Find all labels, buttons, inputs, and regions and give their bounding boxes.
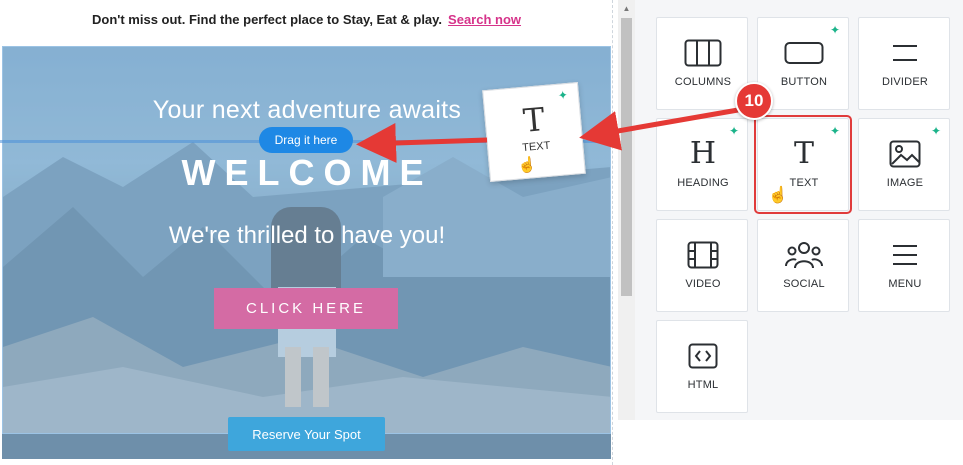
block-image[interactable]: ✦ IMAGE <box>858 118 950 211</box>
reserve-your-spot-button[interactable]: Reserve Your Spot <box>228 417 385 451</box>
new-sparkle-icon: ✦ <box>930 124 941 138</box>
block-text[interactable]: ✦ T TEXT ☝ <box>754 115 852 214</box>
block-social[interactable]: SOCIAL <box>757 219 849 312</box>
text-icon: T <box>521 100 547 140</box>
block-label: SOCIAL <box>783 278 825 290</box>
email-canvas[interactable]: Don't miss out. Find the perfect place t… <box>0 0 613 465</box>
new-sparkle-icon: ✦ <box>829 23 840 37</box>
block-heading[interactable]: ✦ H HEADING <box>656 118 748 211</box>
html-icon <box>657 339 749 373</box>
block-menu[interactable]: MENU <box>858 219 950 312</box>
block-video[interactable]: VIDEO <box>656 219 748 312</box>
email-builder: Don't miss out. Find the perfect place t… <box>0 0 963 465</box>
columns-icon <box>657 36 749 70</box>
step-badge: 10 <box>735 82 773 120</box>
block-html[interactable]: HTML <box>656 320 748 413</box>
drag-it-here-badge: Drag it here <box>259 127 353 153</box>
block-label: COLUMNS <box>674 76 732 88</box>
grab-cursor-icon: ☝ <box>517 155 538 175</box>
button-icon <box>758 36 850 70</box>
new-sparkle-icon: ✦ <box>829 124 840 138</box>
block-divider[interactable]: DIVIDER <box>858 17 950 110</box>
block-label: BUTTON <box>780 76 828 88</box>
heading-icon: H <box>689 136 717 171</box>
block-label: MENU <box>888 278 922 290</box>
block-columns[interactable]: COLUMNS <box>656 17 748 110</box>
block-label: HTML <box>687 379 719 391</box>
new-sparkle-icon: ✦ <box>728 124 739 138</box>
hero-subtitle[interactable]: We're thrilled to have you! <box>0 222 614 250</box>
block-label: HEADING <box>677 177 729 189</box>
dragging-text-block[interactable]: ✦ T TEXT ☝ <box>482 81 586 183</box>
divider-icon <box>859 36 951 70</box>
search-now-link[interactable]: Search now <box>448 12 521 27</box>
block-label: VIDEO <box>685 278 721 290</box>
video-icon <box>657 238 749 272</box>
preheader: Don't miss out. Find the perfect place t… <box>0 0 613 38</box>
social-icon <box>758 238 850 272</box>
click-here-button[interactable]: CLICK HERE <box>214 288 398 329</box>
menu-icon <box>859 238 951 272</box>
image-icon <box>859 137 951 171</box>
block-label: IMAGE <box>886 177 924 189</box>
block-label: DIVIDER <box>881 76 929 88</box>
panel-scrollbar[interactable]: ▲ <box>618 0 635 420</box>
scroll-up-icon[interactable]: ▲ <box>618 0 635 16</box>
scroll-thumb[interactable] <box>621 18 632 296</box>
text-icon: T <box>793 136 814 171</box>
preheader-message: Don't miss out. Find the perfect place t… <box>91 11 443 27</box>
grab-cursor-icon: ☝ <box>768 187 788 204</box>
